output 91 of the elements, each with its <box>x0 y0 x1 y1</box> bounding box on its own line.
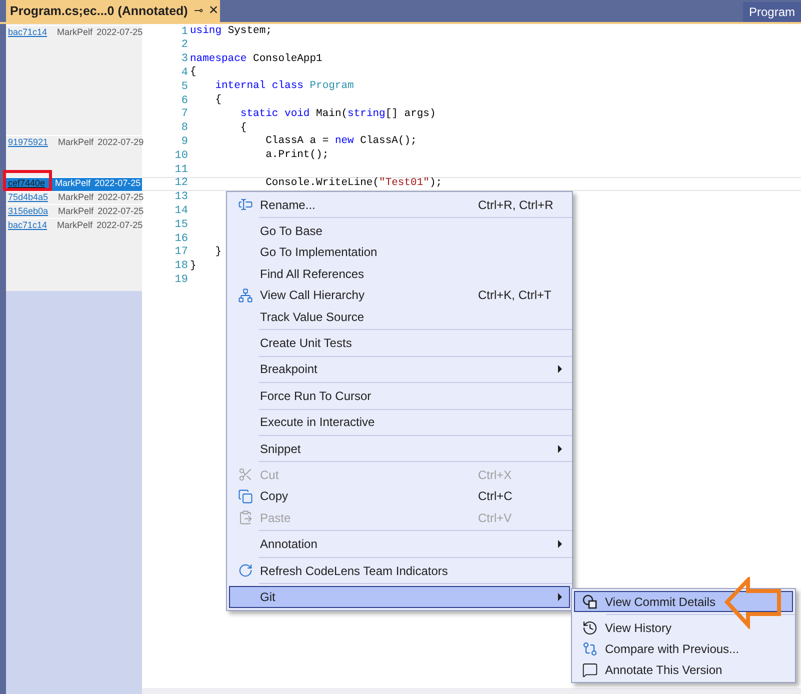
commit-link[interactable]: bac71c14 <box>8 218 48 232</box>
commit-link[interactable]: 91975921 <box>8 136 48 150</box>
comment-icon <box>582 662 598 678</box>
menu-item[interactable]: Git <box>229 586 570 608</box>
line-number: 9 <box>180 135 188 150</box>
copy-icon <box>238 488 252 504</box>
compare-icon <box>582 640 598 656</box>
author-text: MarkPelf <box>58 205 94 218</box>
menu-item[interactable]: Track Value Source <box>229 306 570 328</box>
blame-row[interactable]: 3156eb0a MarkPelf 2022-07-25 <box>6 204 142 218</box>
menu-item[interactable]: Force Run To Cursor <box>229 385 570 407</box>
menu-item[interactable]: Execute in Interactive <box>229 412 570 433</box>
refresh-icon <box>238 563 252 578</box>
code-line: internal class Program <box>214 79 354 94</box>
menu-item[interactable]: Breakpoint <box>229 358 570 380</box>
commit-link[interactable]: 3156eb0a <box>8 205 48 219</box>
menu-item[interactable]: View Call Hierarchy Ctrl+K, Ctrl+T <box>229 284 570 306</box>
menu-item[interactable]: Snippet <box>229 438 570 460</box>
line-number: 13 <box>174 190 188 206</box>
line-number: 8 <box>180 121 188 136</box>
code-line: a.Print(); <box>264 148 329 164</box>
history-icon <box>582 620 598 636</box>
document-tab[interactable]: Program <box>742 2 801 22</box>
clipboard-icon <box>238 510 252 526</box>
date-text: 2022-07-25 <box>96 26 143 39</box>
blame-row[interactable]: cef7440e MarkPelf 2022-07-25 <box>6 176 142 191</box>
blame-row[interactable]: bac71c14 MarkPelf 2022-07-25 <box>6 218 142 232</box>
menu-item[interactable]: Rename... Ctrl+R, Ctrl+R <box>229 194 570 216</box>
close-button[interactable]: × <box>208 3 218 19</box>
arrow-annotation <box>724 577 782 629</box>
date-text: 2022-07-25 <box>98 205 144 218</box>
blame-row[interactable]: bac71c14 MarkPelf 2022-07-25 <box>6 25 142 39</box>
line-number: 12 <box>174 176 188 192</box>
date-text: 2022-07-29 <box>98 136 144 150</box>
line-number: 1 <box>180 24 188 40</box>
line-number: 19 <box>174 273 188 288</box>
menu-item[interactable]: Copy Ctrl+C <box>229 486 570 508</box>
line-number: 18 <box>174 259 188 274</box>
code-line: namespace ConsoleApp1 <box>189 52 322 66</box>
rename-icon <box>238 197 252 212</box>
code-line: static void Main(string[] args) <box>239 106 436 122</box>
author-text: MarkPelf <box>58 191 94 204</box>
code-line: } <box>189 258 196 274</box>
commit-link[interactable]: 75d4b4a5 <box>8 191 48 205</box>
line-number: 11 <box>174 162 188 178</box>
line-number: 5 <box>180 80 188 95</box>
highlight-rectangle <box>3 170 52 191</box>
line-number: 3 <box>180 52 188 68</box>
code-line: Console.WriteLine("Test01"); <box>264 176 442 191</box>
line-number: 7 <box>180 107 188 122</box>
line-number: 4 <box>180 66 188 82</box>
code-line: { <box>189 65 196 80</box>
menu-item[interactable]: View History <box>574 617 793 638</box>
menu-item[interactable]: Go To Base <box>229 220 570 242</box>
menu-item[interactable]: Annotate This Version <box>574 659 793 680</box>
author-text: MarkPelf <box>58 136 94 150</box>
document-tab[interactable]: Program.cs;ec...0 (Annotated) ⊸ × <box>6 0 220 22</box>
date-text: 2022-07-25 <box>98 191 144 204</box>
line-number: 17 <box>174 245 188 260</box>
date-text: 2022-07-25 <box>96 218 143 232</box>
menu-item[interactable]: Go To Implementation <box>229 242 570 264</box>
code-line: { <box>239 120 247 136</box>
pin-button[interactable]: ⊸ <box>194 2 203 20</box>
line-number: 16 <box>174 232 188 246</box>
line-number: 14 <box>174 204 188 220</box>
code-line: ClassA a = new ClassA(); <box>264 134 417 149</box>
line-number: 10 <box>174 148 188 164</box>
blame-row[interactable]: 91975921 MarkPelf 2022-07-29 <box>6 135 142 150</box>
commit-link[interactable]: cef7440e <box>8 177 46 191</box>
date-text: 2022-07-25 <box>94 177 141 190</box>
menu-item[interactable]: Annotation <box>229 533 570 555</box>
menu-item[interactable]: Find All References <box>229 263 570 285</box>
author-text: MarkPelf <box>57 218 93 232</box>
menu-item[interactable]: View Commit Details <box>574 591 793 612</box>
line-number: 6 <box>180 94 188 108</box>
code-line: using System; <box>189 24 272 40</box>
author-text: MarkPelf <box>55 177 91 190</box>
menu-item[interactable]: Compare with Previous... <box>574 638 793 659</box>
hierarchy-icon <box>238 288 252 303</box>
code-line: { <box>214 93 222 108</box>
line-number: 15 <box>174 218 188 233</box>
scissors-icon <box>238 467 252 482</box>
menu-item[interactable]: Create Unit Tests <box>229 332 570 354</box>
commit-link[interactable]: bac71c14 <box>8 26 48 40</box>
commit-icon <box>582 594 598 610</box>
menu-item[interactable]: Refresh CodeLens Team Indicators <box>229 560 570 582</box>
tab-title: Program.cs;ec...0 (Annotated) <box>10 2 188 20</box>
line-number: 2 <box>180 38 188 54</box>
author-text: MarkPelf <box>57 26 93 39</box>
code-line: } <box>214 244 222 260</box>
blame-row[interactable]: 75d4b4a5 MarkPelf 2022-07-25 <box>6 190 142 204</box>
